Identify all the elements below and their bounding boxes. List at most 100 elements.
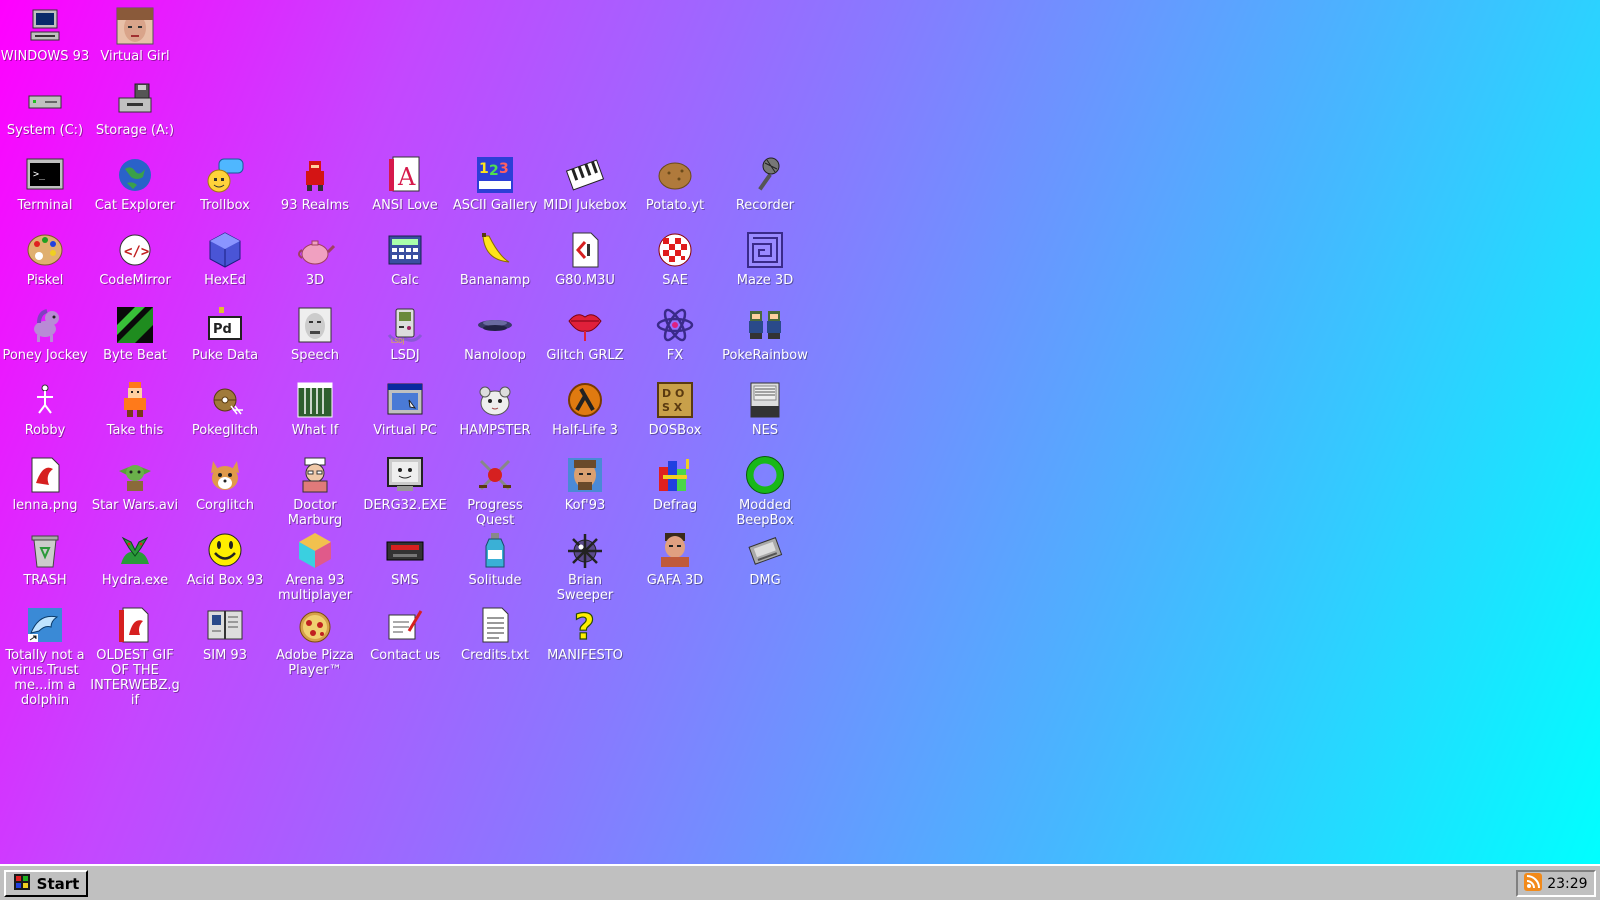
desktop-icon-label: TRASH xyxy=(23,573,67,588)
desktop-icon-acid-box-93[interactable]: Acid Box 93 xyxy=(180,530,270,588)
desktop-icon-arena-93-multiplayer[interactable]: Arena 93 multiplayer xyxy=(270,530,360,603)
desktop-icon-manifesto[interactable]: ? MANIFESTO xyxy=(540,605,630,663)
desktop-icon-what-if[interactable]: What If xyxy=(270,380,360,438)
desktop-icon-93-realms[interactable]: 93 Realms xyxy=(270,155,360,213)
desktop-icon-adobe-pizza-player[interactable]: Adobe Pizza Player™ xyxy=(270,605,360,678)
desktop-icon-glitch-grlz[interactable]: Glitch GRLZ xyxy=(540,305,630,363)
desktop-icon-poney-jockey[interactable]: Poney Jockey xyxy=(0,305,90,363)
trash-icon xyxy=(25,530,65,570)
desktop-icon-maze-3d[interactable]: Maze 3D xyxy=(720,230,810,288)
banana-icon xyxy=(475,230,515,270)
numbers-icon: 123 xyxy=(475,155,515,195)
desktop-icon-trollbox[interactable]: Trollbox xyxy=(180,155,270,213)
start-button[interactable]: Start xyxy=(4,870,88,897)
desktop-icon-3d[interactable]: 3D xyxy=(270,230,360,288)
desktop-icon-derg32-exe[interactable]: DERG32.EXE xyxy=(360,455,450,513)
desktop-icon-hydra-exe[interactable]: Hydra.exe xyxy=(90,530,180,588)
desktop-icon-doctor-marburg[interactable]: Doctor Marburg xyxy=(270,455,360,528)
desktop-icon-sae[interactable]: SAE xyxy=(630,230,720,288)
svg-text:3: 3 xyxy=(499,161,509,177)
desktop-icon-gafa-3d[interactable]: GAFA 3D xyxy=(630,530,720,588)
desktop-icon-hampster[interactable]: HAMPSTER xyxy=(450,380,540,438)
desktop-icon-label: Pokeglitch xyxy=(191,423,259,438)
desktop-icon-hexed[interactable]: HexEd xyxy=(180,230,270,288)
desktop-icon-pokerainbow[interactable]: PokeRainbow xyxy=(720,305,810,363)
desktop-icon-progress-quest[interactable]: Progress Quest xyxy=(450,455,540,528)
desktop-icon-byte-beat[interactable]: Byte Beat xyxy=(90,305,180,363)
desktop-icon-take-this[interactable]: Take this xyxy=(90,380,180,438)
piano-keys-icon xyxy=(565,155,605,195)
desktop-icon-puke-data[interactable]: Pd Puke Data xyxy=(180,305,270,363)
desktop-icon-label: G80.M3U xyxy=(555,273,615,288)
desktop-icon-sms[interactable]: SMS xyxy=(360,530,450,588)
gameboy-icon: LSDJ xyxy=(385,305,425,345)
globe-icon xyxy=(115,155,155,195)
desktop-icon-virtual-girl[interactable]: Virtual Girl xyxy=(90,6,180,64)
computer-icon xyxy=(25,6,65,46)
desktop-icon-dmg[interactable]: DMG xyxy=(720,530,810,588)
man-portrait-icon xyxy=(655,530,695,570)
desktop-icon-label: WINDOWS 93 xyxy=(0,49,90,64)
desktop-icon-fx[interactable]: FX xyxy=(630,305,720,363)
desktop-icon-sim-93[interactable]: SIM 93 xyxy=(180,605,270,663)
hydra-icon xyxy=(115,530,155,570)
letter-a-icon: A xyxy=(385,155,425,195)
robot-icon xyxy=(25,380,65,420)
desktop-icon-defrag[interactable]: Defrag xyxy=(630,455,720,513)
palette-icon xyxy=(25,230,65,270)
desktop-icon-solitude[interactable]: Solitude xyxy=(450,530,540,588)
desktop-icon-virtual-pc[interactable]: Virtual PC xyxy=(360,380,450,438)
desktop-icon-bananamp[interactable]: Bananamp xyxy=(450,230,540,288)
clock: 23:29 xyxy=(1547,875,1588,892)
desktop-icon-modded-beepbox[interactable]: Modded BeepBox xyxy=(720,455,810,528)
character-icon xyxy=(115,380,155,420)
desktop-icon-lenna-png[interactable]: lenna.png xyxy=(0,455,90,513)
desktop-icon-label: Puke Data xyxy=(191,348,259,363)
desktop-icon-kof-93[interactable]: Kof'93 xyxy=(540,455,630,513)
windows-logo-icon xyxy=(13,873,31,895)
desktop-icon-robby[interactable]: Robby xyxy=(0,380,90,438)
desktop-icon-ansi-love[interactable]: A ANSI Love xyxy=(360,155,450,213)
desktop-icon-pokeglitch[interactable]: Pokeglitch xyxy=(180,380,270,438)
desktop-icon-nes[interactable]: NES xyxy=(720,380,810,438)
desktop-icon-codemirror[interactable]: </> CodeMirror xyxy=(90,230,180,288)
desktop-icon-ascii-gallery[interactable]: 1 2 3 ASCII Gallery xyxy=(450,155,540,213)
mine-icon xyxy=(565,530,605,570)
rss-icon[interactable] xyxy=(1524,872,1543,895)
desktop-icon-trash[interactable]: TRASH xyxy=(0,530,90,588)
desktop-icon-recorder[interactable]: Recorder xyxy=(720,155,810,213)
desktop-icon-windows-93[interactable]: WINDOWS 93 xyxy=(0,6,90,64)
desktop-icon-label: Acid Box 93 xyxy=(186,573,264,588)
desktop-icon-label: Arena 93 multiplayer xyxy=(277,573,353,603)
desktop-icon-label: Byte Beat xyxy=(103,348,167,363)
desktop-icon-calc[interactable]: Calc xyxy=(360,230,450,288)
desktop-icon-lsdj[interactable]: LSDJ LSDJ xyxy=(360,305,450,363)
desktop-icon-totally-not-a-virus-trust-me-im-a-dolphin[interactable]: Totally not a virus.Trust me...im a dolp… xyxy=(0,605,90,708)
desktop-icon-speech[interactable]: Speech xyxy=(270,305,360,363)
desktop-icon-g80-m3u[interactable]: G80.M3U xyxy=(540,230,630,288)
desktop-icon-credits-txt[interactable]: Credits.txt xyxy=(450,605,540,663)
desktop-icon-star-wars-avi[interactable]: Star Wars.avi xyxy=(90,455,180,513)
desktop-icon-brian-sweeper[interactable]: Brian Sweeper xyxy=(540,530,630,603)
desktop-icon-storage-a[interactable]: Storage (A:) xyxy=(90,80,180,138)
desktop-icon-terminal[interactable]: >_ Terminal xyxy=(0,155,90,213)
desktop-icon-potato-yt[interactable]: Potato.yt xyxy=(630,155,720,213)
desktop-icon-nanoloop[interactable]: Nanoloop xyxy=(450,305,540,363)
bottle-icon xyxy=(475,530,515,570)
lips-icon xyxy=(565,305,605,345)
desktop-icon-oldest-gif-of-the-interwebz-gif[interactable]: OLDEST GIF OF THE INTERWEBZ.gif xyxy=(90,605,180,708)
desktop-icon-midi-jukebox[interactable]: MIDI Jukebox xyxy=(540,155,630,213)
lambda-icon xyxy=(565,380,605,420)
desktop-icon-cat-explorer[interactable]: Cat Explorer xyxy=(90,155,180,213)
nes-console-icon xyxy=(745,380,785,420)
svg-text:LSDJ: LSDJ xyxy=(391,338,405,345)
desktop-icon-contact-us[interactable]: Contact us xyxy=(360,605,450,663)
desktop-icon-system-c[interactable]: System (C:) xyxy=(0,80,90,138)
desktop-icon-dosbox[interactable]: D OS X DOSBox xyxy=(630,380,720,438)
desktop-icon-piskel[interactable]: Piskel xyxy=(0,230,90,288)
desktop-icon-corglitch[interactable]: Corglitch xyxy=(180,455,270,513)
desktop-icon-label: Trollbox xyxy=(200,198,250,213)
desktop-icon-label: Poney Jockey xyxy=(2,348,88,363)
desktop-icon-half-life-3[interactable]: Half-Life 3 xyxy=(540,380,630,438)
desktop-icon-label: MIDI Jukebox xyxy=(543,198,627,213)
